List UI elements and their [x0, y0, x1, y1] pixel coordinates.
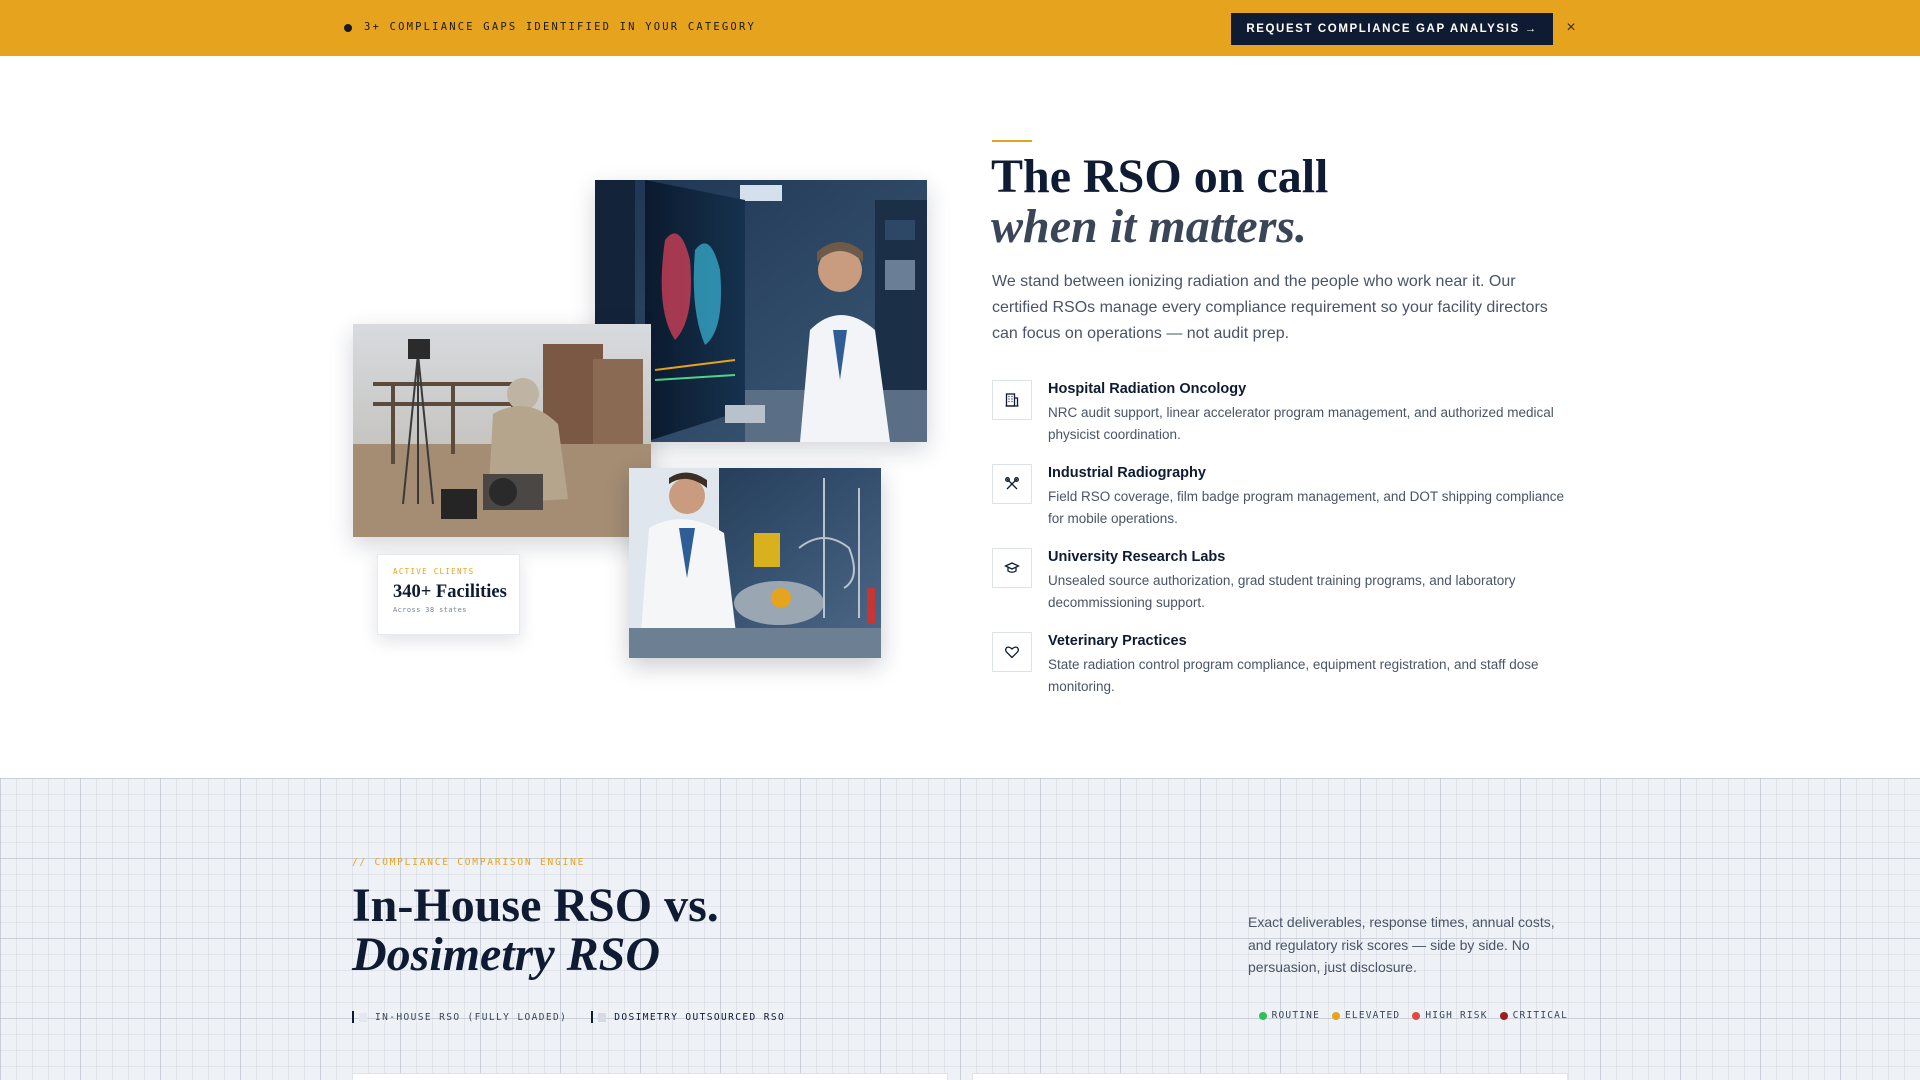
- announcement-banner: 3+ COMPLIANCE GAPS IDENTIFIED IN YOUR CA…: [0, 0, 1920, 56]
- building-icon: [992, 380, 1032, 420]
- banner-message: 3+ COMPLIANCE GAPS IDENTIFIED IN YOUR CA…: [364, 21, 756, 33]
- graduation-cap-icon: [992, 548, 1032, 588]
- legend-bar: [352, 1011, 354, 1023]
- service-item-industrial: Industrial Radiography Field RSO coverag…: [992, 464, 1572, 548]
- tools-icon: [992, 464, 1032, 504]
- service-title: Veterinary Practices: [1048, 633, 1187, 649]
- heart-icon: [992, 632, 1032, 672]
- risk-label: CRITICAL: [1512, 1010, 1568, 1021]
- service-title: Industrial Radiography: [1048, 465, 1206, 481]
- request-gap-analysis-button[interactable]: REQUEST COMPLIANCE GAP ANALYSIS →: [1231, 13, 1553, 45]
- legend-swatch: [359, 1012, 367, 1022]
- service-item-veterinary: Veterinary Practices State radiation con…: [992, 632, 1572, 716]
- risk-dot-icon: [1499, 1011, 1508, 1020]
- risk-level-legend: ROUTINE ELEVATED HIGH RISK CRITICAL: [1258, 1010, 1568, 1021]
- in-house-comparison-card: [352, 1073, 948, 1080]
- hero-description: We stand between ionizing radiation and …: [992, 273, 1548, 342]
- legend-label: IN-HOUSE RSO (FULLY LOADED): [375, 1011, 568, 1023]
- legend-outsourced: DOSIMETRY OUTSOURCED RSO: [591, 1011, 785, 1023]
- outsourced-comparison-card: [972, 1073, 1568, 1080]
- risk-dot-icon: [1332, 1011, 1340, 1020]
- service-item-university: University Research Labs Unsealed source…: [992, 548, 1572, 632]
- comparison-title: In-House RSO vs.: [352, 879, 719, 932]
- risk-label: ROUTINE: [1271, 1010, 1320, 1021]
- stat-subtext: Across 38 states: [393, 606, 467, 614]
- service-description: Field RSO coverage, film badge program m…: [1048, 489, 1565, 526]
- risk-label: ELEVATED: [1345, 1010, 1401, 1021]
- service-title: Hospital Radiation Oncology: [1048, 381, 1247, 397]
- comparison-legend: IN-HOUSE RSO (FULLY LOADED) DOSIMETRY OU…: [352, 1010, 785, 1024]
- service-description: NRC audit support, linear accelerator pr…: [1048, 405, 1554, 442]
- service-title: University Research Labs: [1048, 549, 1226, 565]
- close-icon[interactable]: ×: [1562, 18, 1580, 38]
- stat-value: 340+ Facilities: [393, 582, 507, 602]
- risk-elevated: ELEVATED: [1332, 1010, 1400, 1021]
- status-dot-icon: [344, 24, 352, 32]
- legend-label: DOSIMETRY OUTSOURCED RSO: [614, 1011, 786, 1023]
- service-description: State radiation control program complian…: [1048, 657, 1539, 694]
- legend-swatch: [598, 1012, 607, 1022]
- risk-dot-icon: [1258, 1011, 1267, 1020]
- service-description: Unsealed source authorization, grad stud…: [1048, 573, 1516, 610]
- hero-title: The RSO on call: [991, 150, 1329, 203]
- hero-title-italic: when it matters.: [991, 200, 1308, 253]
- legend-bar: [591, 1011, 594, 1023]
- accent-divider: [992, 140, 1032, 142]
- service-item-hospital: Hospital Radiation Oncology NRC audit su…: [992, 380, 1572, 464]
- risk-routine: ROUTINE: [1258, 1010, 1320, 1021]
- risk-high: HIGH RISK: [1412, 1010, 1487, 1021]
- comparison-title-italic: Dosimetry RSO: [352, 928, 661, 981]
- risk-critical: CRITICAL: [1499, 1010, 1568, 1021]
- section-eyebrow: // COMPLIANCE COMPARISON ENGINE: [352, 857, 586, 868]
- comparison-section-background: [0, 778, 1920, 1080]
- services-list: Hospital Radiation Oncology NRC audit su…: [992, 380, 1572, 716]
- research-lab-photo: [629, 468, 881, 658]
- stat-label: ACTIVE CLIENTS: [393, 567, 475, 576]
- risk-label: HIGH RISK: [1425, 1010, 1488, 1021]
- risk-dot-icon: [1412, 1011, 1421, 1020]
- active-clients-card: ACTIVE CLIENTS 340+ Facilities Across 38…: [377, 554, 520, 635]
- comparison-description: Exact deliverables, response times, annu…: [1248, 914, 1555, 975]
- legend-in-house: IN-HOUSE RSO (FULLY LOADED): [352, 1011, 567, 1023]
- field-radiography-photo: [353, 324, 651, 537]
